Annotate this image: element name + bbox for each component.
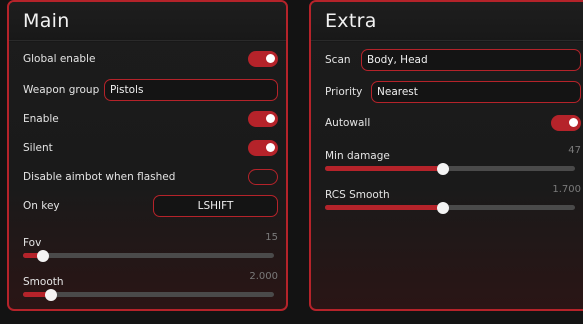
disable-flashed-row: Disable aimbot when flashed	[23, 166, 278, 188]
weapon-group-row: Weapon group Pistols	[23, 79, 278, 101]
smooth-slider[interactable]	[23, 288, 274, 301]
min-damage-label-row: Min damage 47	[325, 144, 581, 162]
slider-thumb[interactable]	[436, 162, 449, 175]
rcs-smooth-label: RCS Smooth	[325, 189, 390, 201]
slider-fill	[325, 166, 443, 171]
global-enable-toggle[interactable]	[248, 51, 278, 67]
autowall-row: Autowall	[325, 112, 581, 134]
scan-select[interactable]: Body, Head	[361, 49, 581, 71]
rcs-smooth-slider[interactable]	[325, 201, 575, 214]
smooth-label: Smooth	[23, 276, 64, 288]
enable-toggle[interactable]	[248, 111, 278, 127]
silent-toggle[interactable]	[248, 140, 278, 156]
priority-label: Priority	[325, 86, 363, 98]
slider-thumb[interactable]	[37, 249, 50, 262]
extra-panel-title: Extra	[325, 10, 377, 32]
slider-fill	[325, 205, 443, 210]
disable-flashed-toggle[interactable]	[248, 169, 278, 185]
on-key-row: On key LSHIFT	[23, 195, 278, 217]
priority-select[interactable]: Nearest	[371, 81, 581, 103]
enable-label: Enable	[23, 113, 59, 125]
rcs-smooth-label-row: RCS Smooth 1.700	[325, 183, 581, 201]
global-enable-row: Global enable	[23, 48, 278, 70]
weapon-group-select[interactable]: Pistols	[104, 79, 278, 101]
slider-thumb[interactable]	[44, 288, 57, 301]
fov-label: Fov	[23, 237, 42, 249]
disable-flashed-label: Disable aimbot when flashed	[23, 171, 176, 183]
scan-label: Scan	[325, 54, 351, 66]
enable-row: Enable	[23, 108, 278, 130]
fov-slider[interactable]	[23, 249, 274, 262]
slider-thumb[interactable]	[436, 201, 449, 214]
min-damage-label: Min damage	[325, 150, 390, 162]
smooth-value: 2.000	[249, 271, 278, 282]
fov-value: 15	[265, 232, 278, 243]
fov-label-row: Fov 15	[23, 231, 278, 249]
weapon-group-label: Weapon group	[23, 84, 100, 96]
smooth-label-row: Smooth 2.000	[23, 270, 278, 288]
main-title-divider	[9, 40, 286, 41]
on-key-label: On key	[23, 200, 60, 212]
toggle-knob	[569, 118, 578, 127]
autowall-toggle[interactable]	[551, 115, 581, 131]
toggle-knob	[266, 54, 275, 63]
extra-title-divider	[311, 40, 583, 41]
scan-row: Scan Body, Head	[325, 49, 581, 71]
silent-row: Silent	[23, 137, 278, 159]
min-damage-value: 47	[568, 145, 581, 156]
silent-label: Silent	[23, 142, 53, 154]
priority-row: Priority Nearest	[325, 81, 581, 103]
on-key-button[interactable]: LSHIFT	[153, 195, 278, 217]
toggle-knob	[266, 143, 275, 152]
rcs-smooth-value: 1.700	[552, 184, 581, 195]
main-panel: Main Global enable Weapon group Pistols …	[7, 0, 288, 311]
toggle-knob	[266, 114, 275, 123]
global-enable-label: Global enable	[23, 53, 96, 65]
extra-panel: Extra Scan Body, Head Priority Nearest A…	[309, 0, 583, 311]
autowall-label: Autowall	[325, 117, 371, 129]
main-panel-title: Main	[23, 10, 70, 32]
min-damage-slider[interactable]	[325, 162, 575, 175]
